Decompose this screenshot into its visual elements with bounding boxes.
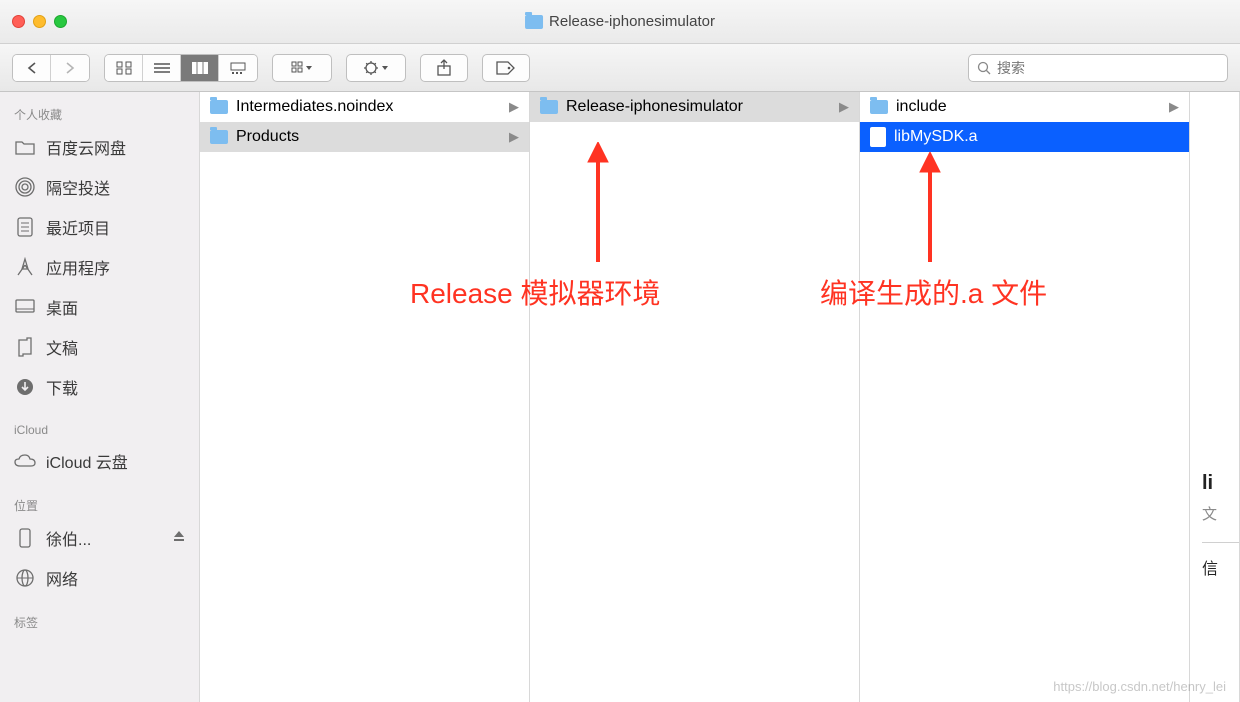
chevron-right-icon: ▶ (509, 129, 519, 145)
back-button[interactable] (13, 55, 51, 81)
recent-icon (14, 216, 36, 238)
titlebar: Release-iphonesimulator (0, 0, 1240, 44)
sidebar-item-applications[interactable]: 应用程序 (0, 247, 199, 287)
search-input[interactable] (997, 60, 1219, 76)
eject-icon[interactable] (173, 529, 185, 547)
traffic-lights (12, 15, 67, 28)
window-title-text: Release-iphonesimulator (549, 13, 715, 30)
action-menu-button[interactable] (346, 54, 406, 82)
sidebar-item-device[interactable]: 徐伯... (0, 518, 199, 558)
row-label: Intermediates.noindex (236, 98, 393, 116)
sidebar-item-label: 百度云网盘 (46, 135, 126, 159)
search-box[interactable] (968, 54, 1228, 82)
column-2: Release-iphonesimulator ▶ (530, 92, 860, 702)
sidebar: 个人收藏 百度云网盘 隔空投送 最近项目 应用程序 桌面 文稿 下载 iClou… (0, 92, 200, 702)
cloud-icon (14, 450, 36, 472)
downloads-icon (14, 376, 36, 398)
row-label: include (896, 98, 947, 116)
folder-icon (870, 100, 888, 114)
sidebar-item-label: iCloud 云盘 (46, 449, 128, 473)
sidebar-header-tags: 标签 (0, 608, 199, 635)
chevron-right-icon: ▶ (1169, 99, 1179, 115)
file-row-libmysdk[interactable]: libMySDK.a (860, 122, 1189, 152)
sidebar-item-label: 最近项目 (46, 215, 110, 239)
folder-icon (210, 130, 228, 144)
apps-icon (14, 256, 36, 278)
preview-divider (1202, 542, 1239, 543)
maximize-window-button[interactable] (54, 15, 67, 28)
nav-buttons (12, 54, 90, 82)
network-icon (14, 567, 36, 589)
column-view-button[interactable] (181, 55, 219, 81)
preview-subtitle: 文 (1202, 503, 1239, 524)
sidebar-item-label: 隔空投送 (46, 175, 110, 199)
watermark: https://blog.csdn.net/henry_lei (1053, 679, 1226, 694)
preview-pane: li 文 信 (1190, 92, 1240, 702)
folder-icon (210, 100, 228, 114)
folder-row-intermediates[interactable]: Intermediates.noindex ▶ (200, 92, 529, 122)
airdrop-icon (14, 176, 36, 198)
folder-icon (525, 15, 543, 29)
view-mode-buttons (104, 54, 258, 82)
icon-view-button[interactable] (105, 55, 143, 81)
chevron-right-icon: ▶ (509, 99, 519, 115)
sidebar-item-downloads[interactable]: 下载 (0, 367, 199, 407)
column-1: Intermediates.noindex ▶ Products ▶ (200, 92, 530, 702)
desktop-icon (14, 296, 36, 318)
share-button[interactable] (420, 54, 468, 82)
sidebar-item-icloud-drive[interactable]: iCloud 云盘 (0, 441, 199, 481)
sidebar-item-desktop[interactable]: 桌面 (0, 287, 199, 327)
row-label: libMySDK.a (894, 128, 978, 146)
search-icon (977, 61, 991, 75)
preview-title: li (1202, 472, 1239, 495)
minimize-window-button[interactable] (33, 15, 46, 28)
column-browser: Intermediates.noindex ▶ Products ▶ Release… (200, 92, 1240, 702)
column-3: include ▶ libMySDK.a (860, 92, 1190, 702)
toolbar (0, 44, 1240, 92)
sidebar-item-label: 桌面 (46, 295, 78, 319)
gallery-view-button[interactable] (219, 55, 257, 81)
sidebar-item-label: 文稿 (46, 335, 78, 359)
phone-icon (14, 527, 36, 549)
window-title: Release-iphonesimulator (525, 13, 715, 30)
row-label: Products (236, 128, 299, 146)
group-by-button[interactable] (272, 54, 332, 82)
folder-icon (14, 136, 36, 158)
folder-icon (540, 100, 558, 114)
folder-row-include[interactable]: include ▶ (860, 92, 1189, 122)
sidebar-item-label: 网络 (46, 566, 78, 590)
sidebar-header-locations: 位置 (0, 491, 199, 518)
chevron-right-icon: ▶ (839, 99, 849, 115)
sidebar-item-airdrop[interactable]: 隔空投送 (0, 167, 199, 207)
folder-row-products[interactable]: Products ▶ (200, 122, 529, 152)
sidebar-header-icloud: iCloud (0, 417, 199, 441)
sidebar-item-network[interactable]: 网络 (0, 558, 199, 598)
file-icon (870, 127, 886, 147)
sidebar-item-recent[interactable]: 最近项目 (0, 207, 199, 247)
tags-button[interactable] (482, 54, 530, 82)
sidebar-item-baiduyun[interactable]: 百度云网盘 (0, 127, 199, 167)
folder-row-release-sim[interactable]: Release-iphonesimulator ▶ (530, 92, 859, 122)
sidebar-item-label: 徐伯... (46, 526, 91, 550)
row-label: Release-iphonesimulator (566, 98, 743, 116)
sidebar-item-label: 下载 (46, 375, 78, 399)
sidebar-item-documents[interactable]: 文稿 (0, 327, 199, 367)
main-area: 个人收藏 百度云网盘 隔空投送 最近项目 应用程序 桌面 文稿 下载 iClou… (0, 92, 1240, 702)
list-view-button[interactable] (143, 55, 181, 81)
close-window-button[interactable] (12, 15, 25, 28)
sidebar-header-favorites: 个人收藏 (0, 100, 199, 127)
forward-button[interactable] (51, 55, 89, 81)
sidebar-item-label: 应用程序 (46, 255, 110, 279)
documents-icon (14, 336, 36, 358)
preview-info: 信 (1202, 555, 1239, 579)
